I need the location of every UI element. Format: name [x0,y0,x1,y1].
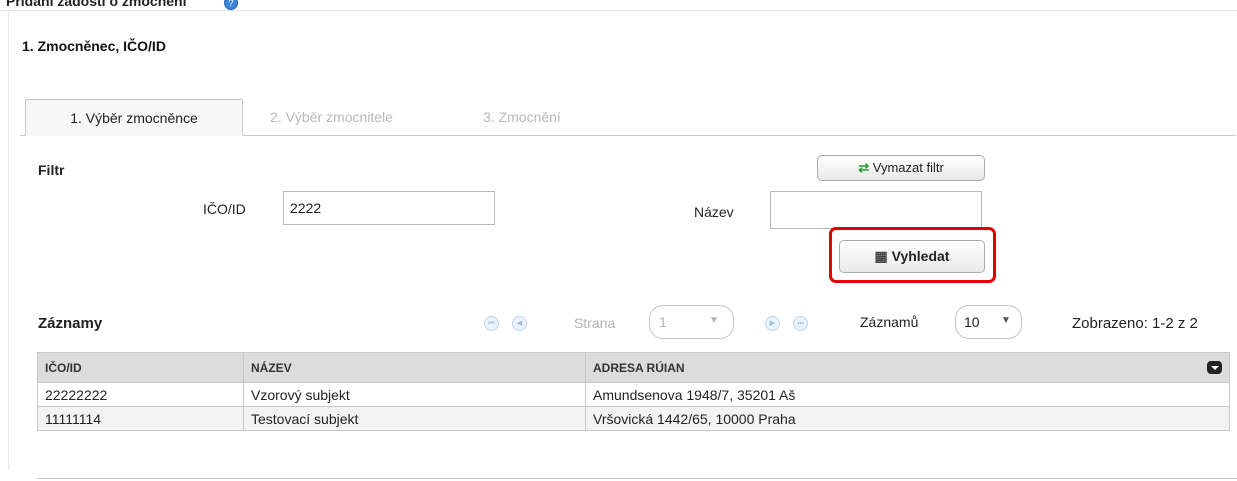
per-page-select[interactable]: 10 ▼ [955,305,1022,339]
last-page-icon: ⏭ [793,316,808,331]
tab-vyber-zmocnence[interactable]: 1. Výběr zmocněnce [25,99,243,136]
chevron-down-icon: ▼ [1001,315,1011,326]
clear-filter-button[interactable]: ⇄ Vymazat filtr [817,155,985,181]
tab-zmocneni: 3. Zmocnění [483,109,561,125]
cell-address: Amundsenova 1948/7, 35201 Aš [585,382,1230,407]
search-button[interactable]: ▦ Vyhledat [839,240,985,273]
records-shown: Zobrazeno: 1-2 z 2 [1072,315,1198,332]
name-label: Název [694,204,734,220]
cell-name: Testovací subjekt [243,406,586,431]
header-divider [0,10,1237,11]
page-select: 1 ▼ [649,305,734,339]
next-page-icon: ▶ [765,316,780,331]
table-row[interactable]: 11111114 Testovací subjekt Vršovická 144… [37,406,1230,431]
records-title: Záznamy [38,315,103,332]
per-page-label: Záznamů [860,314,919,330]
table-header-row: IČO/ID NÁZEV ADRESA RÚIAN [37,352,1230,383]
cell-address: Vršovická 1442/65, 10000 Praha [585,406,1230,431]
cell-ico: 22222222 [37,382,244,407]
name-input[interactable] [770,191,982,229]
column-header-name[interactable]: NÁZEV [243,352,586,383]
binoculars-icon: ▦ [874,248,888,264]
column-menu-icon[interactable] [1207,361,1222,374]
help-icon[interactable]: ? [224,0,238,10]
filter-title: Filtr [38,162,65,178]
page-select-value: 1 [659,314,667,330]
cell-name: Vzorový subjekt [243,382,586,407]
chevron-down-icon: ▼ [709,315,719,326]
refresh-icon: ⇄ [858,160,870,175]
bottom-divider [37,478,1237,479]
column-header-address-label: ADRESA RÚIAN [593,360,685,375]
ico-label: IČO/ID [203,201,246,217]
ico-input[interactable] [283,191,495,225]
page-label: Strana [574,315,616,331]
left-border [8,10,9,470]
records-table: IČO/ID NÁZEV ADRESA RÚIAN 22222222 Vzoro… [37,352,1230,431]
search-button-label: Vyhledat [891,248,950,264]
cell-ico: 11111114 [37,406,244,431]
prev-page-icon: ◀ [512,316,527,331]
clear-filter-label: Vymazat filtr [872,160,944,175]
column-header-address[interactable]: ADRESA RÚIAN [585,352,1230,383]
first-page-icon: ⏮ [484,316,499,331]
page-title: Přidání žádosti o zmocnění [6,0,187,9]
tab-vyber-zmocnitele: 2. Výběr zmocnitele [270,109,393,125]
column-header-ico[interactable]: IČO/ID [37,352,244,383]
section-title: 1. Zmocněnec, IČO/ID [22,38,166,54]
table-row[interactable]: 22222222 Vzorový subjekt Amundsenova 194… [37,382,1230,407]
per-page-value: 10 [964,314,980,330]
